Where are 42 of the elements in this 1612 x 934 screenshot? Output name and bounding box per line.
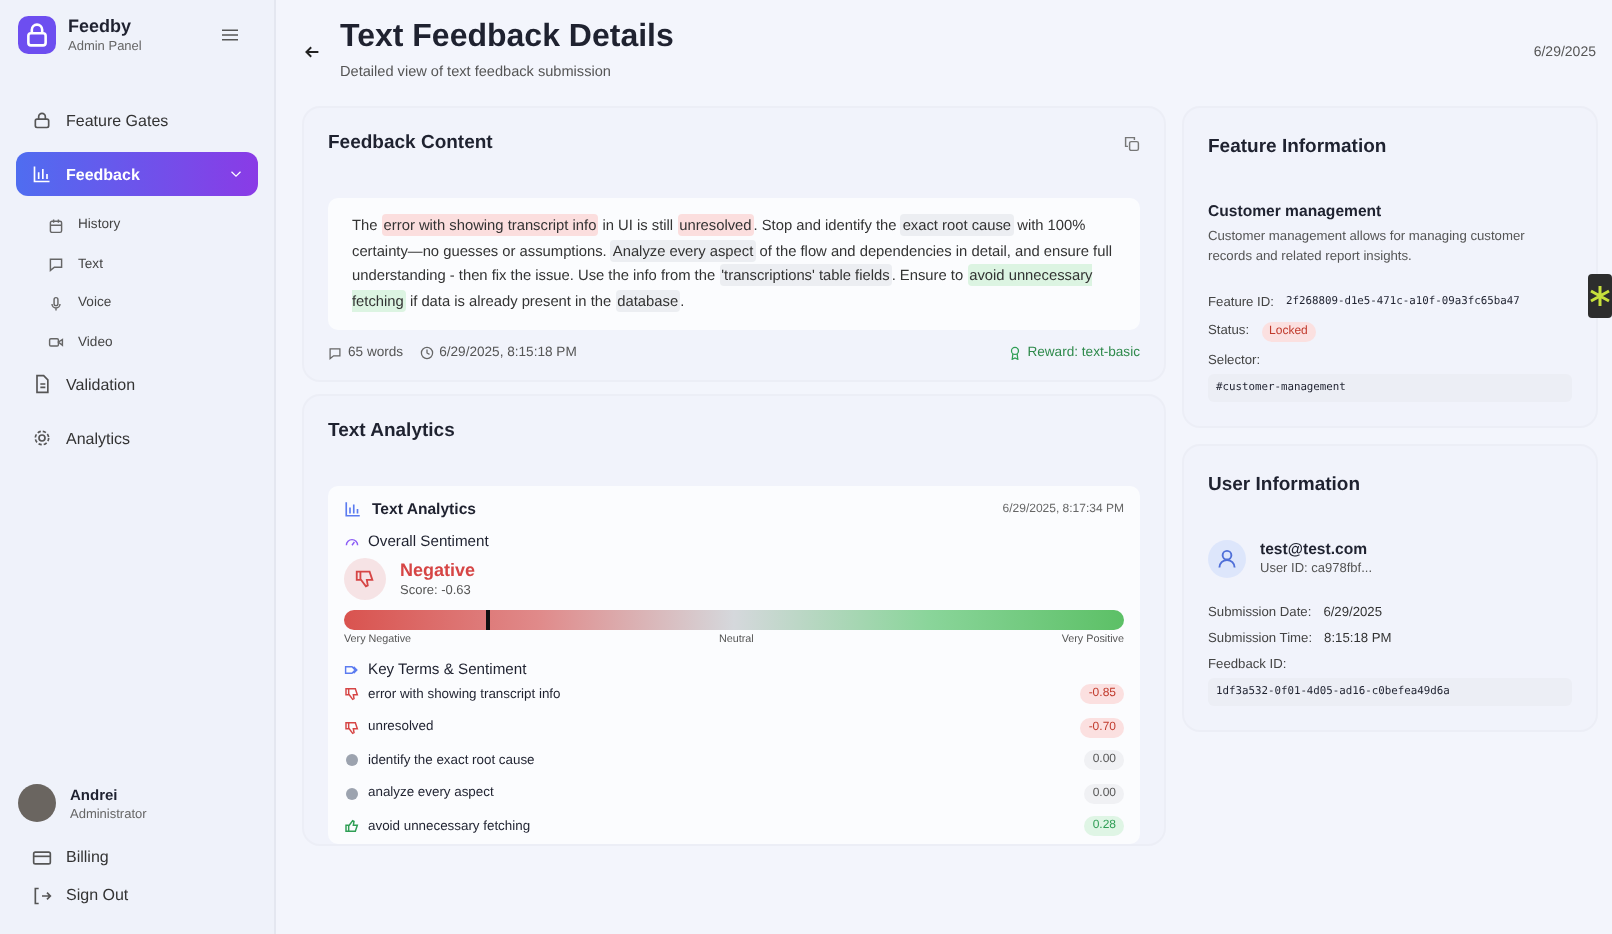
nav-item[interactable]: Analytics xyxy=(16,416,258,460)
neutral-dot-icon xyxy=(344,785,360,802)
award-icon xyxy=(1007,346,1022,360)
card-title: Feedback Content xyxy=(328,132,493,154)
footer-link[interactable]: Sign Out xyxy=(16,876,258,914)
gauge-icon xyxy=(344,533,360,549)
card-title: Feature Information xyxy=(1208,136,1389,158)
footer-link[interactable]: Billing xyxy=(16,838,258,876)
card-title: User Information xyxy=(1208,473,1363,496)
thumbs-down-icon xyxy=(344,719,360,736)
nav-item[interactable]: Validation xyxy=(16,362,258,406)
copy-icon[interactable] xyxy=(1124,135,1140,151)
lock-icon xyxy=(32,110,52,130)
credit-card-icon xyxy=(32,847,52,867)
video-icon xyxy=(48,334,64,351)
avatar xyxy=(18,784,56,822)
gear-icon xyxy=(32,428,52,448)
neutral-dot-icon xyxy=(344,752,360,769)
lock-logo-icon xyxy=(18,16,56,54)
nav-item[interactable]: Feedback xyxy=(16,152,258,196)
menu-icon[interactable] xyxy=(222,28,238,42)
sign-out-icon xyxy=(32,885,52,905)
thumbs-up-icon xyxy=(344,818,360,835)
nav-item[interactable]: Feature Gates xyxy=(16,98,258,142)
message-icon xyxy=(328,346,342,360)
back-arrow-icon[interactable] xyxy=(304,44,320,60)
brand-name: Feedby xyxy=(68,16,134,36)
chart-icon xyxy=(32,164,52,184)
clock-icon xyxy=(419,346,434,360)
mic-icon xyxy=(48,295,64,312)
message-icon xyxy=(48,256,64,273)
thumbs-down-icon xyxy=(354,568,376,590)
sentiment-label: Negative xyxy=(400,560,476,580)
sparkle-widget-icon[interactable] xyxy=(1588,274,1612,318)
page-title: Text Feedback Details xyxy=(340,20,676,56)
calendar-icon xyxy=(48,217,64,234)
card-title: Text Analytics xyxy=(328,420,457,442)
user-icon xyxy=(1208,539,1246,578)
thumbs-down-icon xyxy=(344,686,360,703)
file-icon xyxy=(32,374,52,394)
tags-icon xyxy=(344,661,360,677)
bar-chart-icon xyxy=(344,500,362,518)
